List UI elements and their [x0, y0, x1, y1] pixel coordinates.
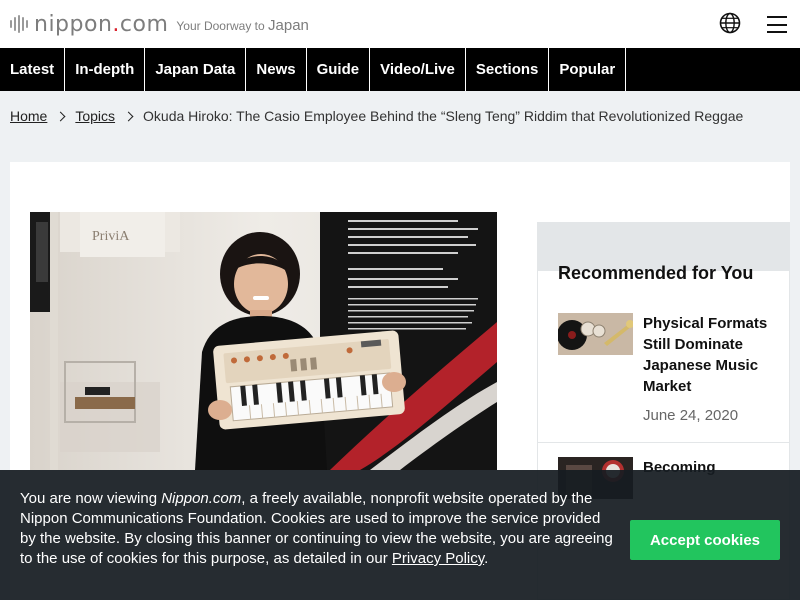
chevron-right-icon — [55, 111, 66, 121]
nav-item-japan-data[interactable]: Japan Data — [145, 48, 247, 91]
nav-item-in-depth[interactable]: In-depth — [65, 48, 146, 91]
globe-icon[interactable] — [719, 12, 741, 34]
privia-sign-text: PriviA — [92, 229, 130, 244]
nav-item-news[interactable]: News — [246, 48, 307, 91]
logo-wordmark: nippon.com — [34, 11, 169, 37]
nav-item-guide[interactable]: Guide — [307, 48, 371, 91]
recommended-title: Recommended for You — [558, 263, 754, 283]
recommended-item[interactable]: Physical Formats Still Dominate Japanese… — [538, 305, 789, 443]
chevron-right-icon — [123, 111, 134, 121]
main-nav: Latest In-depth Japan Data News Guide Vi… — [0, 48, 800, 91]
nav-item-video-live[interactable]: Video/Live — [370, 48, 466, 91]
nav-item-sections[interactable]: Sections — [466, 48, 550, 91]
nav-item-popular[interactable]: Popular — [549, 48, 627, 91]
breadcrumb: Home Topics Okuda Hiroko: The Casio Empl… — [10, 106, 790, 126]
accept-cookies-button[interactable]: Accept cookies — [630, 520, 780, 560]
recommended-item-date: June 24, 2020 — [643, 407, 739, 424]
privacy-policy-link[interactable]: Privacy Policy — [392, 550, 484, 567]
breadcrumb-home-link[interactable]: Home — [10, 108, 47, 124]
breadcrumb-current: Okuda Hiroko: The Casio Employee Behind … — [143, 108, 744, 124]
cookie-banner: You are now viewing Nippon.com, a freely… — [0, 470, 800, 600]
breadcrumb-topics-link[interactable]: Topics — [75, 108, 115, 124]
site-logo[interactable]: nippon.com Your Doorway to Japan — [10, 9, 309, 39]
recommended-thumbnail[interactable] — [558, 313, 633, 355]
logo-mark-icon — [10, 15, 28, 33]
nav-item-latest[interactable]: Latest — [0, 48, 66, 91]
cookie-message: You are now viewing Nippon.com, a freely… — [20, 490, 613, 567]
site-header: nippon.com Your Doorway to Japan — [0, 0, 800, 48]
site-name: Nippon.com — [161, 490, 242, 507]
hamburger-menu-icon[interactable] — [767, 16, 787, 33]
logo-tagline: Your Doorway to Japan — [176, 17, 309, 34]
recommended-item-title[interactable]: Physical Formats Still Dominate Japanese… — [643, 313, 778, 397]
article-photo: PriviA — [30, 212, 497, 470]
